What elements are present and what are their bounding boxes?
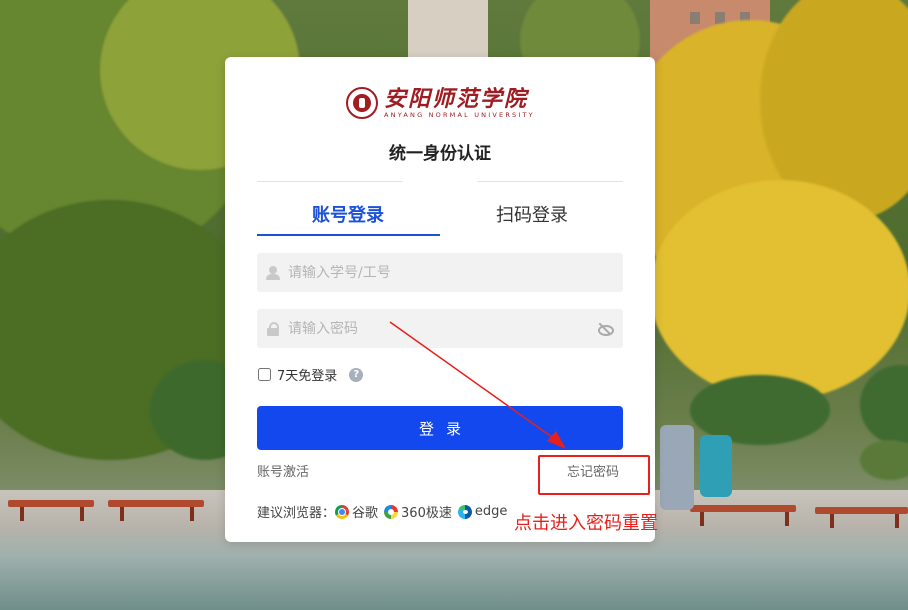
browser-edge[interactable]: edge [457, 504, 508, 519]
username-field [257, 253, 623, 292]
browser-edge-label: edge [474, 504, 508, 519]
browser-chrome-label: 谷歌 [352, 506, 379, 521]
remember-me[interactable]: 7天免登录 ? [257, 365, 364, 384]
logo-chinese-name: 安阳师范学院 [384, 85, 529, 112]
browsers-label: 建议浏览器： [257, 506, 336, 521]
password-input[interactable] [288, 320, 597, 337]
page-title: 统一身份认证 [389, 144, 491, 164]
tab-qr-login[interactable]: 扫码登录 [441, 201, 623, 227]
edge-icon [457, 504, 472, 519]
login-button[interactable]: 登录 [257, 406, 623, 450]
user-icon [266, 265, 280, 280]
university-logo: 安阳师范学院 ANYANG NORMAL UNIVERSITY [346, 83, 535, 123]
username-input[interactable] [288, 264, 623, 281]
tab-account-login[interactable]: 账号登录 [257, 201, 439, 227]
university-seal-icon [346, 87, 378, 119]
active-tab-indicator [257, 234, 440, 236]
recommended-browsers: 建议浏览器： 谷歌 360极速 edge [257, 502, 507, 521]
activate-account-link[interactable]: 账号激活 [257, 461, 309, 480]
divider-right [477, 181, 623, 182]
browser-360-label: 360极速 [401, 506, 452, 521]
chrome-icon [335, 504, 350, 519]
remember-me-label: 7天免登录 [277, 369, 338, 384]
browser-chrome[interactable]: 谷歌 [335, 502, 378, 521]
remember-me-checkbox[interactable] [258, 368, 271, 381]
divider-left [257, 181, 403, 182]
help-icon[interactable]: ? [349, 367, 364, 382]
password-field [257, 309, 623, 348]
360-browser-icon [384, 504, 399, 519]
logo-english-name: ANYANG NORMAL UNIVERSITY [384, 110, 535, 119]
lock-icon [266, 321, 280, 336]
browser-360[interactable]: 360极速 [384, 502, 452, 521]
toggle-password-visibility-icon[interactable] [597, 322, 614, 336]
annotation-text: 点击进入密码重置 [514, 513, 658, 534]
annotation-highlight-box [538, 455, 650, 495]
